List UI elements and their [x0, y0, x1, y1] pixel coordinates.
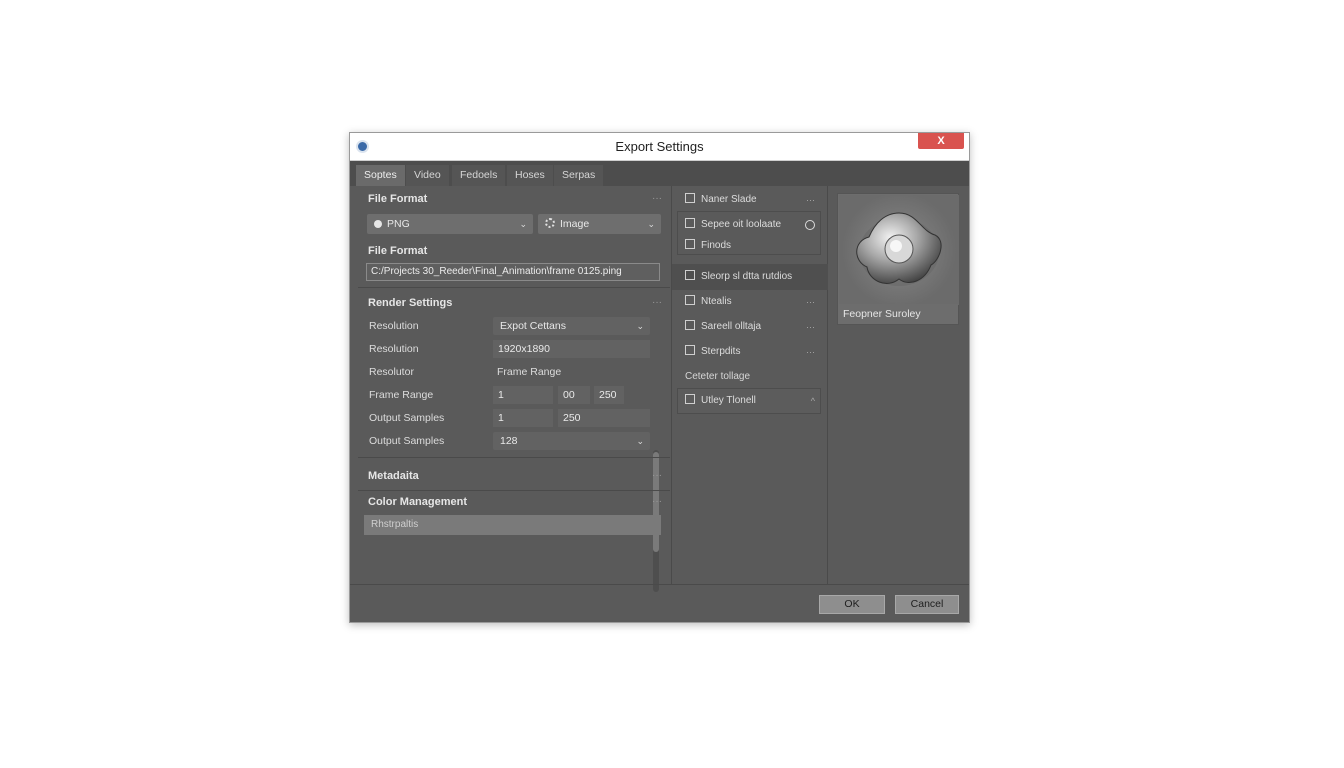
divider: [358, 457, 670, 458]
tab-strip: Soptes Video Fedoels Hoses Serpas: [350, 161, 969, 186]
tab-fedoels[interactable]: Fedoels: [452, 165, 506, 186]
file-format-heading: File Format ···: [358, 188, 670, 210]
title-bar: Export Settings X: [350, 133, 969, 161]
cancel-button[interactable]: Cancel: [895, 595, 959, 614]
option-finods[interactable]: Finods: [677, 235, 821, 257]
more-icon[interactable]: ···: [806, 341, 815, 363]
option-naner-slade[interactable]: Naner Slade ···: [677, 189, 821, 211]
settings-column: File Format ··· PNG ⌄ Image ⌄ File Forma…: [358, 186, 670, 592]
option-label: Utley Tlonell: [701, 395, 756, 406]
preview-label: Feopner Suroley: [838, 304, 958, 324]
frame-start-field[interactable]: 1: [493, 386, 553, 404]
frame-end-field[interactable]: 250: [594, 386, 624, 404]
resolution-preset-select[interactable]: Expot Cettans ⌄: [493, 317, 650, 335]
option-icon: [685, 320, 695, 330]
row-label: Resolution: [369, 343, 419, 355]
more-icon[interactable]: ···: [806, 189, 815, 211]
more-icon[interactable]: ···: [806, 316, 815, 338]
option-ntealis[interactable]: Ntealis ···: [677, 291, 821, 313]
option-label: Sareell olltaja: [701, 321, 762, 332]
output-samples-value: 128: [500, 435, 518, 447]
tab-hoses[interactable]: Hoses: [507, 165, 553, 186]
metadata-heading[interactable]: Metadaita ···: [358, 465, 670, 487]
option-sareell[interactable]: Sareell olltaja ···: [677, 316, 821, 338]
image-icon: [545, 218, 555, 228]
option-icon: [685, 270, 695, 280]
option-icon: [685, 193, 695, 203]
option-icon: [685, 394, 695, 404]
radio-icon[interactable]: [805, 220, 815, 230]
file-format-title: File Format: [368, 193, 428, 205]
chevron-down-icon: ⌄: [636, 321, 644, 331]
option-sleorp[interactable]: Sleorp sl dtta rutdios: [677, 266, 821, 288]
render-settings-more-icon[interactable]: ···: [652, 292, 662, 314]
output-samples-select[interactable]: 128 ⌄: [493, 432, 650, 450]
preview-column: Feopner Suroley: [829, 186, 970, 584]
option-label: Sterpdits: [701, 346, 741, 357]
tab-soptes[interactable]: Soptes: [356, 165, 405, 186]
option-utley[interactable]: Utley Tlonell ^: [677, 390, 821, 412]
option-icon: [685, 295, 695, 305]
option-label: Sepee oit loolaate: [701, 219, 782, 230]
type-select[interactable]: Image ⌄: [538, 214, 661, 234]
option-label: Naner Slade: [701, 194, 757, 205]
type-select-value: Image: [560, 218, 590, 230]
divider: [358, 287, 670, 288]
resolution-field[interactable]: 1920x1890: [493, 340, 650, 358]
chevron-down-icon: ⌄: [647, 219, 655, 229]
option-label: Sleorp sl dtta rutdios: [701, 271, 793, 282]
export-settings-dialog: Export Settings X Soptes Video Fedoels H…: [349, 132, 970, 623]
samples-max-field[interactable]: 250: [558, 409, 650, 427]
row-label: Frame Range: [369, 389, 434, 401]
chevron-down-icon: ⌄: [519, 219, 527, 229]
dialog-footer: OK Cancel: [350, 584, 969, 624]
preview-panel: Feopner Suroley: [837, 193, 959, 325]
samples-min-field[interactable]: 1: [493, 409, 553, 427]
format-dot-icon: [374, 220, 382, 228]
option-sterpdits[interactable]: Sterpdits ···: [677, 341, 821, 363]
color-management-field[interactable]: Rhstrpaltis: [364, 515, 661, 535]
option-label: Ntealis: [701, 296, 732, 307]
color-management-more-icon[interactable]: ···: [652, 491, 662, 513]
color-management-title: Color Management: [368, 496, 468, 508]
option-sepee[interactable]: Sepee oit loolaate: [677, 214, 821, 236]
preview-object-icon: [856, 212, 942, 286]
chevron-up-icon[interactable]: ^: [811, 390, 815, 412]
color-management-heading[interactable]: Color Management ···: [358, 491, 670, 513]
format-select-value: PNG: [387, 218, 410, 230]
output-path-input[interactable]: C:/Projects 30_Reeder\Final_Animation\fr…: [366, 263, 660, 281]
window-title: Export Settings: [615, 139, 704, 154]
tab-serpas[interactable]: Serpas: [554, 165, 604, 186]
file-format-more-icon[interactable]: ···: [652, 188, 662, 210]
row-label: Resolution: [369, 320, 419, 332]
option-label: Finods: [701, 240, 732, 251]
frame-range-caption: Frame Range: [497, 366, 562, 378]
path-label: File Format: [368, 245, 428, 257]
metadata-title: Metadaita: [368, 470, 419, 482]
format-select[interactable]: PNG ⌄: [367, 214, 533, 234]
row-label: Output Samples: [369, 435, 445, 447]
resolution-preset-value: Expot Cettans: [500, 320, 566, 332]
ok-button[interactable]: OK: [819, 595, 885, 614]
row-label: Output Samples: [369, 412, 445, 424]
more-icon[interactable]: ···: [806, 291, 815, 313]
row-label: Resolutor: [369, 366, 414, 378]
render-settings-title: Render Settings: [368, 297, 453, 309]
render-settings-heading: Render Settings ···: [358, 292, 670, 314]
option-group-label: Ceteter tollage: [685, 371, 751, 382]
close-button[interactable]: X: [918, 133, 964, 149]
options-column: Naner Slade ··· Sepee oit loolaate Finod…: [671, 186, 828, 584]
option-icon: [685, 345, 695, 355]
preview-image: [839, 195, 959, 305]
chevron-down-icon: ⌄: [636, 436, 644, 446]
option-icon: [685, 239, 695, 249]
tab-video[interactable]: Video: [406, 165, 449, 186]
frame-step-field[interactable]: 00: [558, 386, 590, 404]
option-icon: [685, 218, 695, 228]
metadata-more-icon[interactable]: ···: [652, 465, 662, 487]
